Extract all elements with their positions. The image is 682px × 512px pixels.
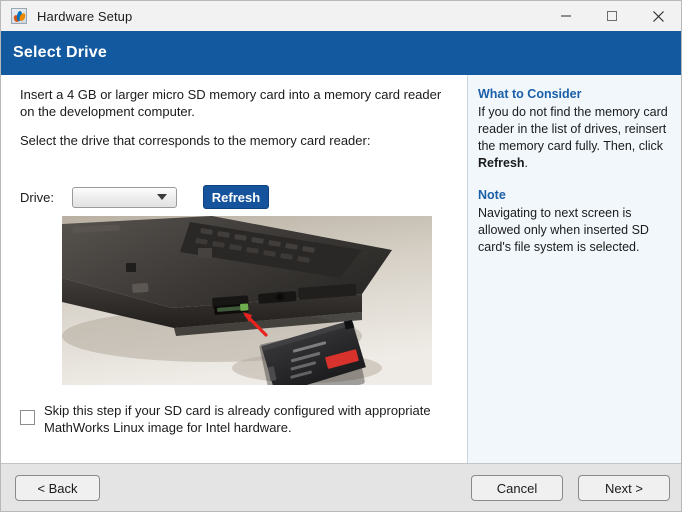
instruction-paragraph-2: Select the drive that corresponds to the… (20, 132, 450, 149)
matlab-membrane-icon (11, 8, 27, 24)
close-icon[interactable] (635, 1, 681, 31)
main-pane: Insert a 4 GB or larger micro SD memory … (1, 75, 467, 463)
instruction-paragraph-1: Insert a 4 GB or larger micro SD memory … (20, 86, 450, 120)
cancel-button[interactable]: Cancel (471, 475, 563, 501)
window-controls (543, 1, 681, 31)
next-button[interactable]: Next > (578, 475, 670, 501)
skip-step-checkbox[interactable] (20, 410, 35, 425)
hardware-setup-window: Hardware Setup Select Drive Insert a 4 G… (0, 0, 682, 512)
help-sidebar: What to Consider If you do not find the … (467, 75, 681, 463)
drive-selection-row: Drive: Refresh (20, 185, 269, 209)
sidebar-body-note: Navigating to next screen is allowed onl… (478, 205, 669, 256)
sidebar-heading-what-to-consider: What to Consider (478, 87, 669, 101)
sd-card-insertion-photo (62, 216, 432, 385)
sidebar-body-text-bold: Refresh (478, 156, 525, 170)
skip-step-row: Skip this step if your SD card is alread… (20, 402, 448, 436)
page-title: Select Drive (13, 44, 107, 62)
page-banner: Select Drive (1, 31, 681, 75)
sidebar-heading-note: Note (478, 188, 669, 202)
refresh-button[interactable]: Refresh (203, 185, 269, 209)
photo-illustration (62, 216, 432, 385)
sidebar-body-what-to-consider: If you do not find the memory card reade… (478, 104, 669, 172)
title-bar: Hardware Setup (1, 1, 681, 31)
drive-select[interactable] (72, 187, 177, 208)
minimize-icon[interactable] (543, 1, 589, 31)
footer-bar: < Back Cancel Next > (1, 463, 681, 511)
back-button[interactable]: < Back (15, 475, 100, 501)
skip-step-label[interactable]: Skip this step if your SD card is alread… (44, 402, 448, 436)
window-title: Hardware Setup (37, 9, 132, 24)
drive-label: Drive: (20, 190, 72, 205)
sidebar-body-text-before: If you do not find the memory card reade… (478, 105, 668, 153)
maximize-icon[interactable] (589, 1, 635, 31)
sidebar-body-text-after: . (525, 156, 528, 170)
content-area: Insert a 4 GB or larger micro SD memory … (1, 75, 681, 463)
chevron-down-icon (157, 194, 167, 200)
